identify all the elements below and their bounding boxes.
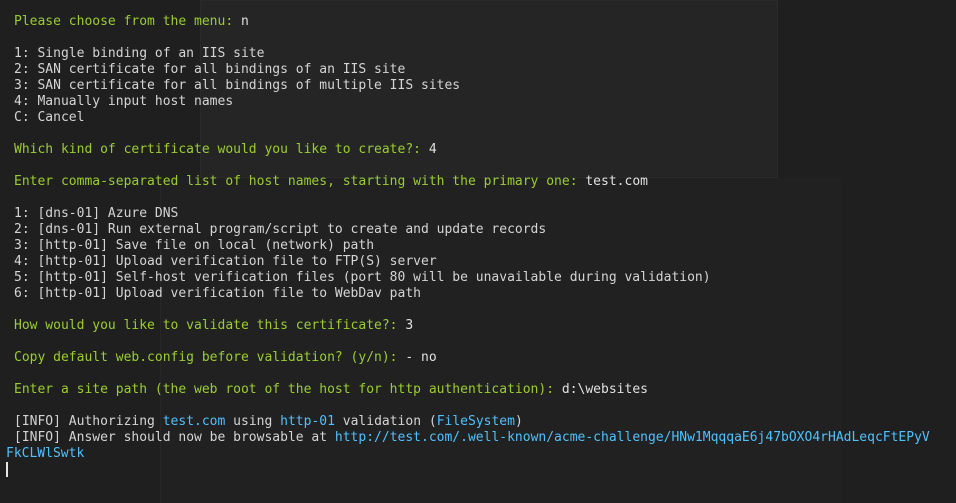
log-method: http-01 xyxy=(280,414,335,429)
log-plugin: FileSystem xyxy=(436,414,515,429)
menu-option: 4: Manually input host names xyxy=(14,94,234,109)
info-tag: [INFO] xyxy=(14,430,61,445)
host-prompt-line: Enter comma-separated list of host names… xyxy=(0,174,930,190)
webconfig-prompt-answer: - no xyxy=(397,350,437,365)
info-tag: [INFO] xyxy=(14,414,61,429)
challenge-url: http://test.com/.well-known/acme-challen… xyxy=(334,430,930,445)
log-line-authorizing: [INFO] Authorizing test.com using http-0… xyxy=(0,414,930,430)
menu-option: 1: Single binding of an IIS site xyxy=(14,46,265,61)
validation-option: 5: [http-01] Self-host verification file… xyxy=(14,270,711,285)
validation-option: 1: [dns-01] Azure DNS xyxy=(14,206,179,221)
sitepath-prompt-question: Enter a site path (the web root of the h… xyxy=(14,382,555,397)
menu-prompt-line: Please choose from the menu: n xyxy=(0,14,930,30)
cert-prompt-line: Which kind of certificate would you like… xyxy=(0,142,930,158)
webconfig-prompt-line: Copy default web.config before validatio… xyxy=(0,350,930,366)
webconfig-prompt-question: Copy default web.config before validatio… xyxy=(14,350,398,365)
cert-prompt-question: Which kind of certificate would you like… xyxy=(14,142,421,157)
host-prompt-answer: test.com xyxy=(577,174,648,189)
sitepath-prompt-answer: d:\websites xyxy=(554,382,648,397)
menu-option: C: Cancel xyxy=(14,110,85,125)
validate-prompt-answer: 3 xyxy=(397,318,414,333)
menu-option: 2: SAN certificate for all bindings of a… xyxy=(14,62,406,77)
sitepath-prompt-line: Enter a site path (the web root of the h… xyxy=(0,382,930,398)
validate-prompt-question: How would you like to validate this cert… xyxy=(14,318,398,333)
cursor-line xyxy=(0,462,930,478)
validation-option: 6: [http-01] Upload verification file to… xyxy=(14,286,421,301)
menu-option: 3: SAN certificate for all bindings of m… xyxy=(14,78,461,93)
log-host: test.com xyxy=(162,414,226,429)
menu-prompt-question: Please choose from the menu: xyxy=(14,14,234,29)
log-text: validation ( xyxy=(334,414,437,429)
challenge-url-wrap: FkCLWlSwtk xyxy=(6,446,85,461)
host-prompt-question: Enter comma-separated list of host names… xyxy=(14,174,578,189)
console-window[interactable]: Please choose from the menu: n 1: Single… xyxy=(0,0,956,503)
console-output: Please choose from the menu: n 1: Single… xyxy=(0,14,930,478)
validation-option: 2: [dns-01] Run external program/script … xyxy=(14,222,547,237)
log-text: ) xyxy=(514,414,523,429)
log-line-answer-wrap: FkCLWlSwtk xyxy=(0,446,930,462)
log-text: Authorizing xyxy=(60,414,163,429)
log-text: Answer should now be browsable at xyxy=(60,430,335,445)
validation-option: 4: [http-01] Upload verification file to… xyxy=(14,254,437,269)
text-cursor xyxy=(6,462,8,477)
log-line-answer: [INFO] Answer should now be browsable at… xyxy=(0,430,930,446)
validate-prompt-line: How would you like to validate this cert… xyxy=(0,318,930,334)
log-text: using xyxy=(225,414,281,429)
cert-prompt-answer: 4 xyxy=(421,142,437,157)
menu-prompt-answer: n xyxy=(233,14,249,29)
validation-option: 3: [http-01] Save file on local (network… xyxy=(14,238,375,253)
